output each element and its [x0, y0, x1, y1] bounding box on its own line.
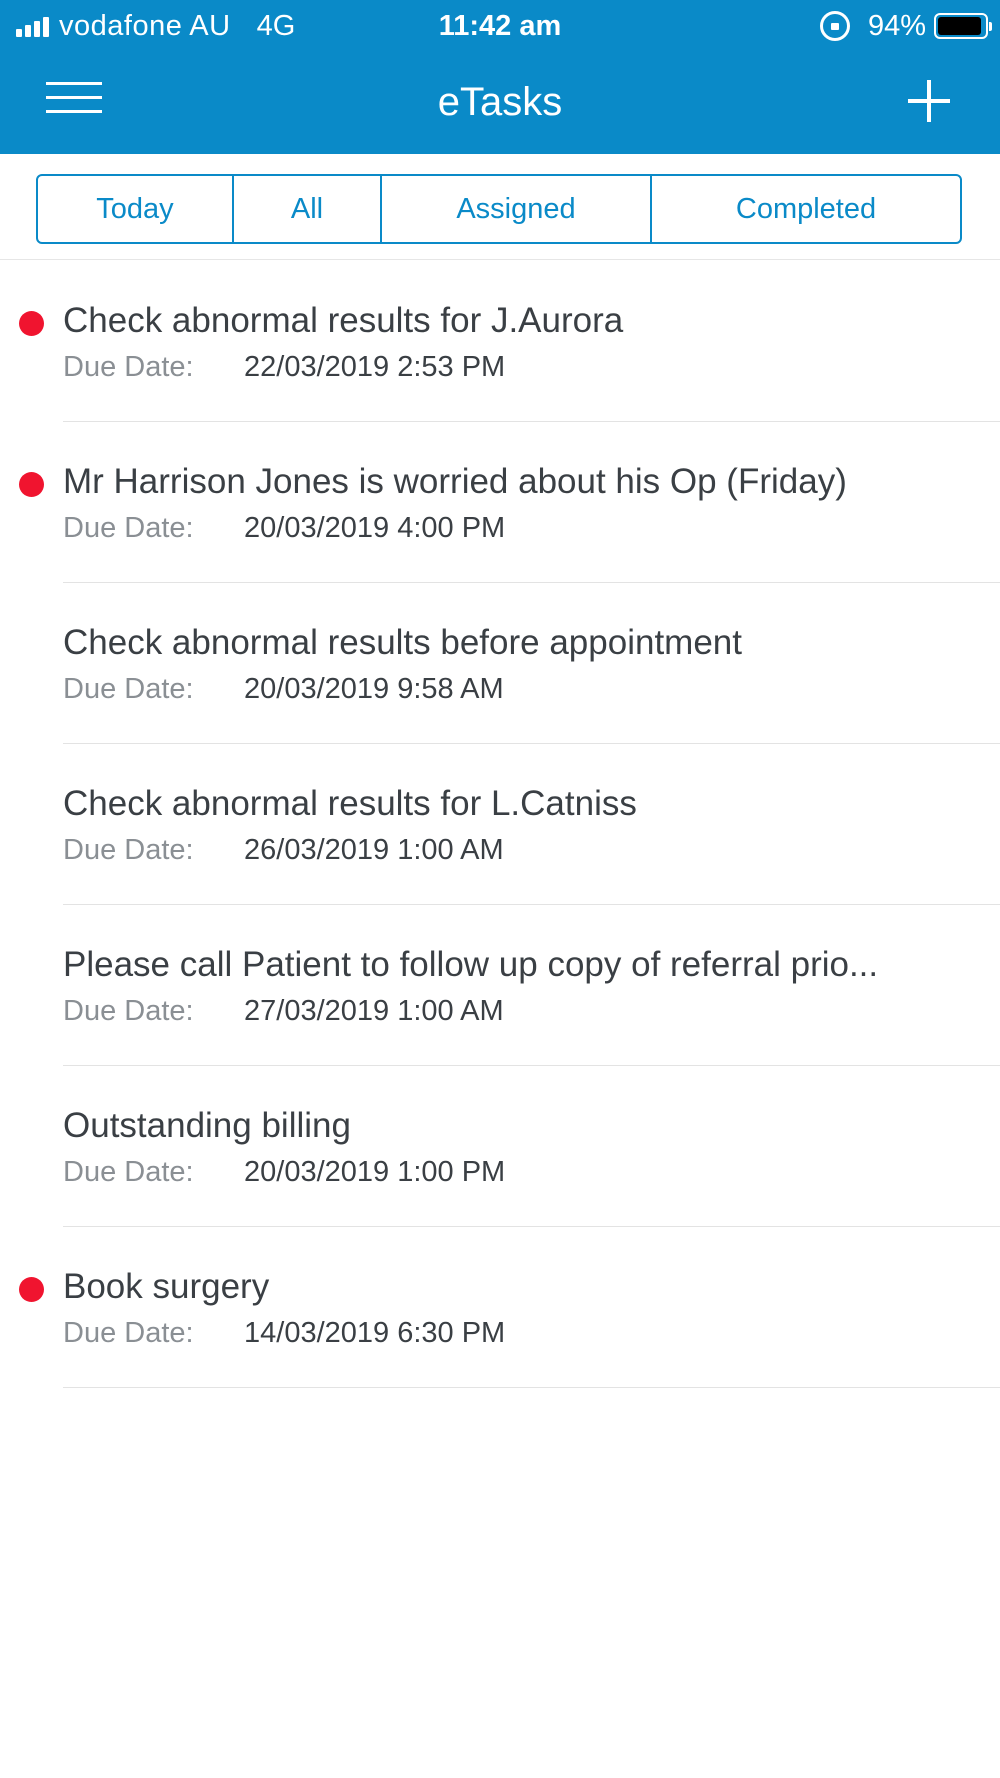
filter-bar: Today All Assigned Completed: [0, 154, 1000, 260]
tab-today[interactable]: Today: [38, 176, 234, 242]
due-date-label: Due Date:: [63, 1317, 194, 1349]
status-right: 94%: [819, 8, 992, 44]
due-date-value: 26/03/2019 1:00 AM: [244, 834, 504, 866]
task-item[interactable]: Please call Patient to follow up copy of…: [0, 905, 1000, 1066]
due-date-value: 27/03/2019 1:00 AM: [244, 995, 504, 1027]
tab-assigned[interactable]: Assigned: [382, 176, 652, 242]
task-item[interactable]: Book surgery Due Date: 14/03/2019 6:30 P…: [0, 1227, 1000, 1388]
task-item[interactable]: Check abnormal results for L.Catniss Due…: [0, 744, 1000, 905]
task-title: Book surgery: [63, 1267, 270, 1306]
task-title: Check abnormal results before appointmen…: [63, 623, 742, 662]
task-item[interactable]: Check abnormal results for J.Aurora Due …: [0, 261, 1000, 422]
plus-icon[interactable]: [904, 76, 954, 126]
task-item[interactable]: Mr Harrison Jones is worried about his O…: [0, 422, 1000, 583]
navigation-bar: eTasks: [0, 52, 1000, 154]
task-title: Check abnormal results for L.Catniss: [63, 784, 637, 823]
due-date-value: 20/03/2019 9:58 AM: [244, 673, 504, 705]
battery-percentage: 94%: [867, 9, 926, 42]
task-item[interactable]: Outstanding billing Due Date: 20/03/2019…: [0, 1066, 1000, 1227]
task-title: Please call Patient to follow up copy of…: [63, 945, 879, 984]
page-title: eTasks: [437, 80, 563, 124]
due-date-label: Due Date:: [63, 834, 194, 866]
task-title: Mr Harrison Jones is worried about his O…: [63, 462, 847, 501]
task-title: Check abnormal results for J.Aurora: [63, 301, 624, 340]
task-list: Check abnormal results for J.Aurora Due …: [0, 261, 1000, 1388]
urgent-dot-icon: [19, 472, 44, 497]
task-item[interactable]: Check abnormal results before appointmen…: [0, 583, 1000, 744]
filter-segmented-control: Today All Assigned Completed: [36, 174, 962, 244]
due-date-label: Due Date:: [63, 673, 194, 705]
due-date-value: 14/03/2019 6:30 PM: [244, 1317, 506, 1349]
due-date-label: Due Date:: [63, 512, 194, 544]
urgent-dot-icon: [19, 311, 44, 336]
due-date-value: 20/03/2019 1:00 PM: [244, 1156, 506, 1188]
task-title: Outstanding billing: [63, 1106, 351, 1145]
due-date-value: 20/03/2019 4:00 PM: [244, 512, 506, 544]
urgent-dot-icon: [19, 1277, 44, 1302]
tab-completed[interactable]: Completed: [652, 176, 960, 242]
status-bar: vodafone AU 4G 11:42 am 94%: [0, 0, 1000, 52]
rotation-lock-icon: [819, 11, 850, 41]
battery-icon: [934, 13, 992, 39]
due-date-label: Due Date:: [63, 995, 194, 1027]
due-date-label: Due Date:: [63, 351, 194, 383]
due-date-value: 22/03/2019 2:53 PM: [244, 351, 506, 383]
app-header: vodafone AU 4G 11:42 am 94% eTasks: [0, 0, 1000, 154]
battery-fill: [938, 17, 982, 35]
due-date-label: Due Date:: [63, 1156, 194, 1188]
tab-all[interactable]: All: [234, 176, 382, 242]
